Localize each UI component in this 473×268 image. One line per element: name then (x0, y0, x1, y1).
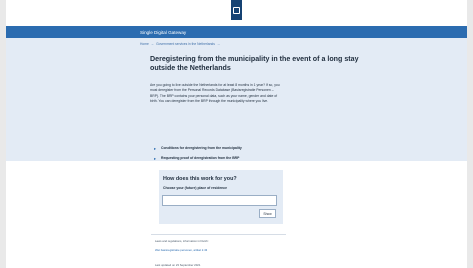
link-proof-of-deregistration[interactable]: ▸ Requesting proof of deregistration fro… (154, 153, 242, 163)
last-updated: Last updated on 23 September 2021 (155, 263, 201, 267)
topic-links: ▸ Conditions for deregistering from the … (154, 143, 242, 163)
crest-icon (233, 6, 240, 14)
link-conditions[interactable]: ▸ Conditions for deregistering from the … (154, 143, 242, 153)
show-button[interactable]: Show (259, 209, 276, 218)
breadcrumb-home[interactable]: Home (140, 42, 149, 46)
breadcrumb-arrow-icon: → (216, 42, 221, 46)
arrow-right-icon: ▸ (154, 145, 157, 151)
legislation-link[interactable]: Wet basisregistratie personen, artikel 2… (155, 248, 207, 252)
government-logo[interactable] (231, 0, 242, 20)
residence-input[interactable] (162, 195, 277, 206)
residence-lookup-card: How does this work for you? Choose your … (159, 170, 283, 224)
divider (151, 234, 286, 235)
link-label[interactable]: Requesting proof of deregistration from … (161, 156, 239, 160)
window-edge-right (467, 0, 473, 268)
intro-text: Are you going to live outside the Nether… (150, 83, 280, 104)
top-bar (6, 0, 467, 26)
link-label[interactable]: Conditions for deregistering from the mu… (161, 146, 242, 150)
site-name[interactable]: Single Digital Gateway (140, 30, 186, 35)
page: Single Digital Gateway Home → Government… (6, 0, 467, 268)
arrow-right-icon: ▸ (154, 155, 157, 161)
card-heading: How does this work for you? (163, 176, 237, 182)
page-title: Deregistering from the municipality in t… (150, 55, 359, 72)
breadcrumb: Home → Government services in the Nether… (140, 42, 220, 46)
breadcrumb-arrow-icon: → (150, 42, 155, 46)
legislation-source-label: Laws and regulations, information in Dut… (155, 239, 209, 243)
residence-field-label: Choose your (future) place of residence (163, 186, 228, 190)
breadcrumb-government-services[interactable]: Government services in the Netherlands (156, 42, 215, 46)
site-header: Single Digital Gateway (6, 26, 467, 38)
